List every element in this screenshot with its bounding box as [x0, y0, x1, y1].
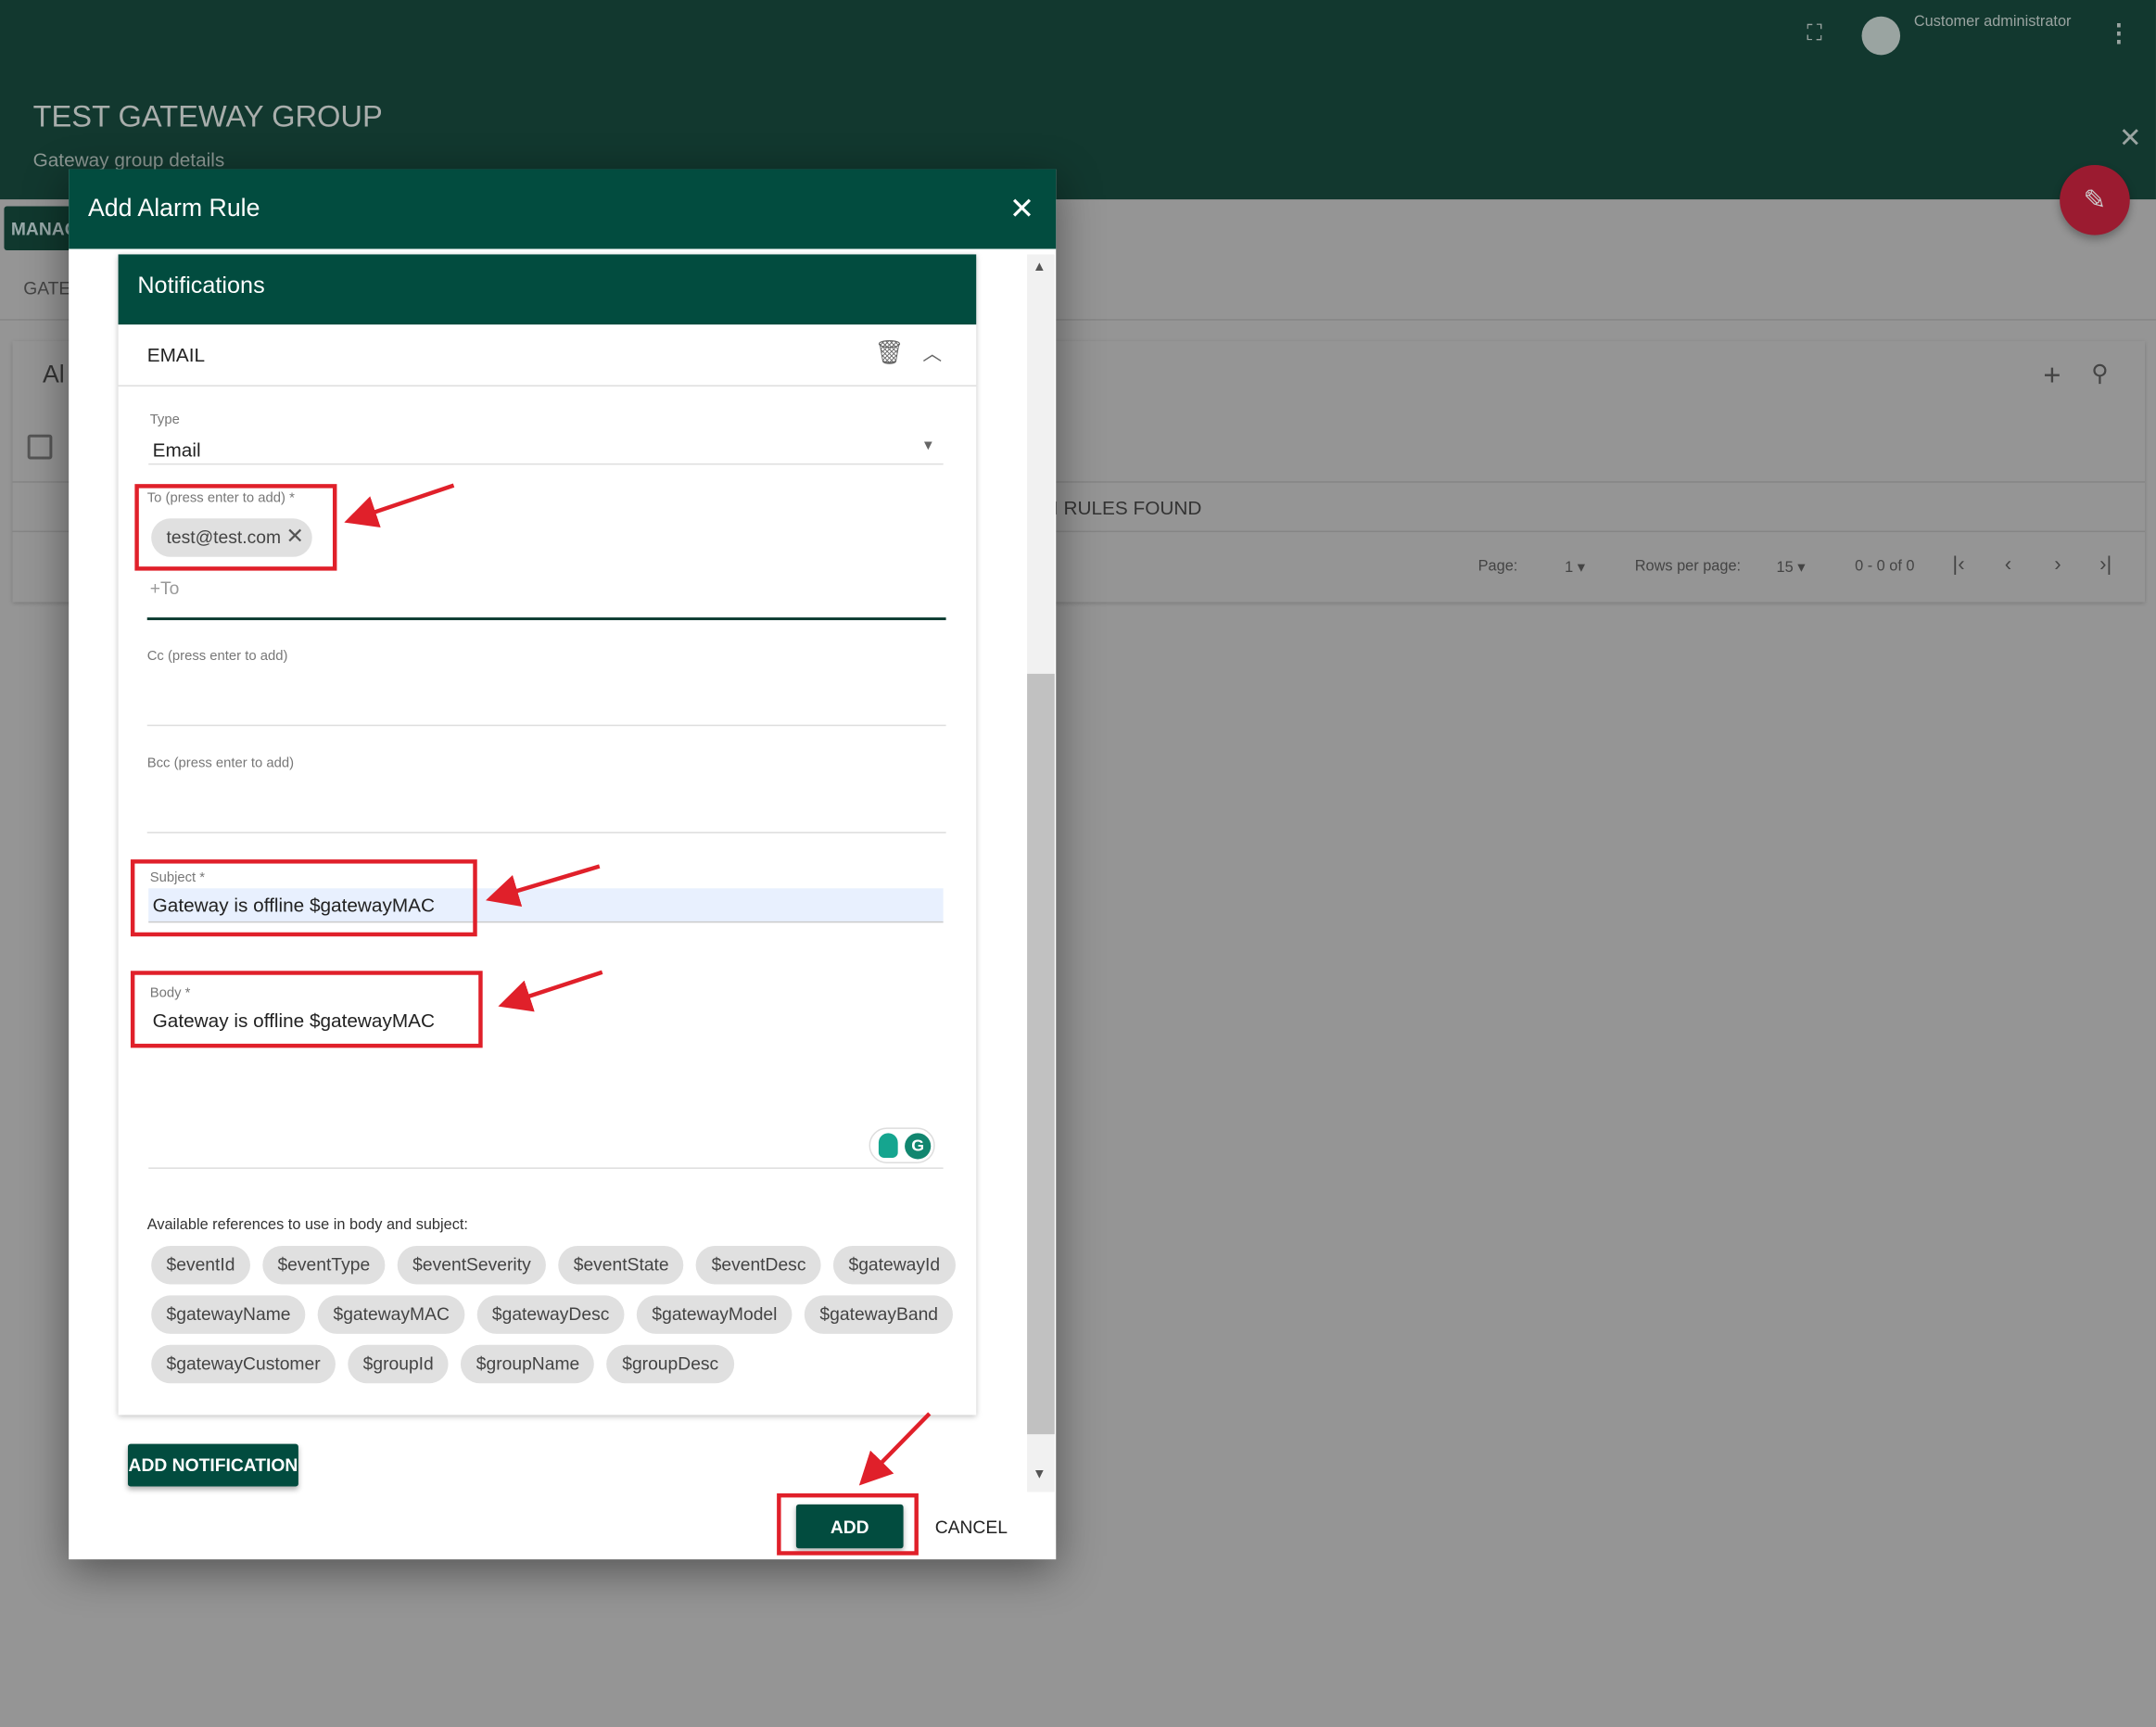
grammarly-widget[interactable]: G — [869, 1127, 935, 1163]
pencil-icon: ✎ — [2083, 185, 2107, 216]
avatar-icon[interactable] — [1861, 16, 1901, 56]
scrollbar-thumb[interactable] — [1027, 673, 1055, 1435]
user-name[interactable]: Customer administrator — [1914, 14, 2072, 31]
ref-chip[interactable]: $eventDesc — [696, 1245, 821, 1285]
cc-input[interactable] — [146, 667, 946, 727]
more-vert-icon[interactable]: ⋮ — [2107, 19, 2132, 48]
page-subtitle: Gateway group details — [32, 148, 225, 171]
annotation-box-to — [134, 484, 337, 571]
annotation-box-add — [777, 1492, 919, 1556]
close-dialog-icon[interactable]: ✕ — [1009, 191, 1034, 227]
first-page-icon[interactable]: |‹ — [1952, 552, 1964, 576]
to-placeholder: +To — [149, 578, 180, 599]
type-select[interactable]: Email ▼ — [148, 435, 944, 465]
notifications-panel: Notifications EMAIL 🗑 ︿ Type Email ▼ To … — [118, 254, 977, 1416]
next-page-icon[interactable]: › — [2054, 552, 2061, 576]
range-text: 0 - 0 of 0 — [1855, 558, 1915, 576]
rules-found-text: M RULES FOUND — [1042, 496, 1202, 519]
ref-chip[interactable]: $gatewayCustomer — [151, 1344, 336, 1384]
close-details-icon[interactable]: ✕ — [2119, 121, 2142, 156]
ref-chip[interactable]: $groupName — [461, 1344, 595, 1384]
ref-chip[interactable]: $eventId — [151, 1245, 250, 1285]
rows-label: Rows per page: — [1634, 558, 1742, 576]
edit-fab-button[interactable]: ✎ — [2060, 165, 2130, 235]
tab-gateways[interactable]: GATE — [23, 278, 70, 298]
bcc-label: Bcc (press enter to add) — [146, 756, 295, 772]
add-notification-button[interactable]: ADD NOTIFICATION — [127, 1443, 298, 1487]
refs-label: Available references to use in body and … — [146, 1216, 468, 1234]
ref-chip[interactable]: $groupDesc — [606, 1344, 734, 1384]
page-title: TEST GATEWAY GROUP — [32, 98, 383, 133]
ref-chip[interactable]: $gatewayDesc — [476, 1295, 625, 1334]
card-title: Al — [42, 360, 65, 388]
add-icon[interactable]: + — [2043, 358, 2061, 394]
page-select[interactable]: 1 ▾ — [1565, 558, 1585, 577]
ref-chip[interactable]: $gatewayBand — [805, 1295, 954, 1334]
scroll-down-icon[interactable]: ▼ — [1033, 1467, 1046, 1482]
bcc-input[interactable] — [146, 774, 946, 833]
select-all-checkbox[interactable] — [27, 434, 53, 460]
ref-chip[interactable]: $eventState — [558, 1245, 684, 1285]
refs-row: $gatewayName $gatewayMAC $gatewayDesc $gate… — [151, 1295, 966, 1334]
dialog-title: Add Alarm Rule — [87, 194, 260, 222]
ref-chip[interactable]: $gatewayMAC — [318, 1295, 465, 1334]
grammarly-icon: G — [905, 1133, 932, 1160]
fullscreen-icon[interactable]: ⛶ — [1807, 22, 1822, 47]
type-value: Email — [152, 438, 201, 461]
cancel-button[interactable]: CANCEL — [935, 1517, 1008, 1537]
ref-chip[interactable]: $groupId — [348, 1344, 450, 1384]
page-value: 1 — [1565, 559, 1574, 577]
prev-page-icon[interactable]: ‹ — [2005, 552, 2011, 576]
rows-select[interactable]: 15 ▾ — [1776, 558, 1806, 577]
ref-chip[interactable]: $gatewayName — [151, 1295, 306, 1334]
search-icon[interactable]: ⚲ — [2091, 361, 2108, 388]
ref-chip[interactable]: $eventSeverity — [397, 1245, 547, 1285]
chevron-up-icon[interactable]: ︿ — [922, 339, 942, 367]
cc-label: Cc (press enter to add) — [146, 649, 288, 665]
ref-chip[interactable]: $gatewayId — [833, 1245, 956, 1285]
last-page-icon[interactable]: ›| — [2099, 552, 2112, 576]
scrollbar[interactable]: ▲ ▼ — [1027, 254, 1055, 1492]
divider — [118, 385, 977, 387]
annotation-box-body — [130, 971, 483, 1048]
refs-row: $gatewayCustomer $groupId $groupName $group… — [151, 1344, 746, 1384]
ref-chip[interactable]: $eventType — [262, 1245, 386, 1285]
page-label: Page: — [1477, 558, 1518, 576]
scroll-up-icon[interactable]: ▲ — [1033, 260, 1046, 274]
lightbulb-icon — [878, 1133, 898, 1159]
dropdown-arrow-icon: ▼ — [921, 438, 935, 454]
ref-chip[interactable]: $gatewayModel — [637, 1295, 793, 1334]
rows-value: 15 — [1776, 559, 1794, 577]
notification-name[interactable]: EMAIL — [147, 344, 205, 366]
type-label: Type — [149, 413, 180, 428]
refs-row: $eventId $eventType $eventSeverity $eventSt… — [151, 1245, 968, 1285]
notifications-title: Notifications — [118, 254, 977, 325]
annotation-box-subject — [130, 859, 477, 937]
to-input[interactable]: +To — [146, 574, 946, 621]
delete-icon[interactable]: 🗑 — [874, 339, 904, 367]
